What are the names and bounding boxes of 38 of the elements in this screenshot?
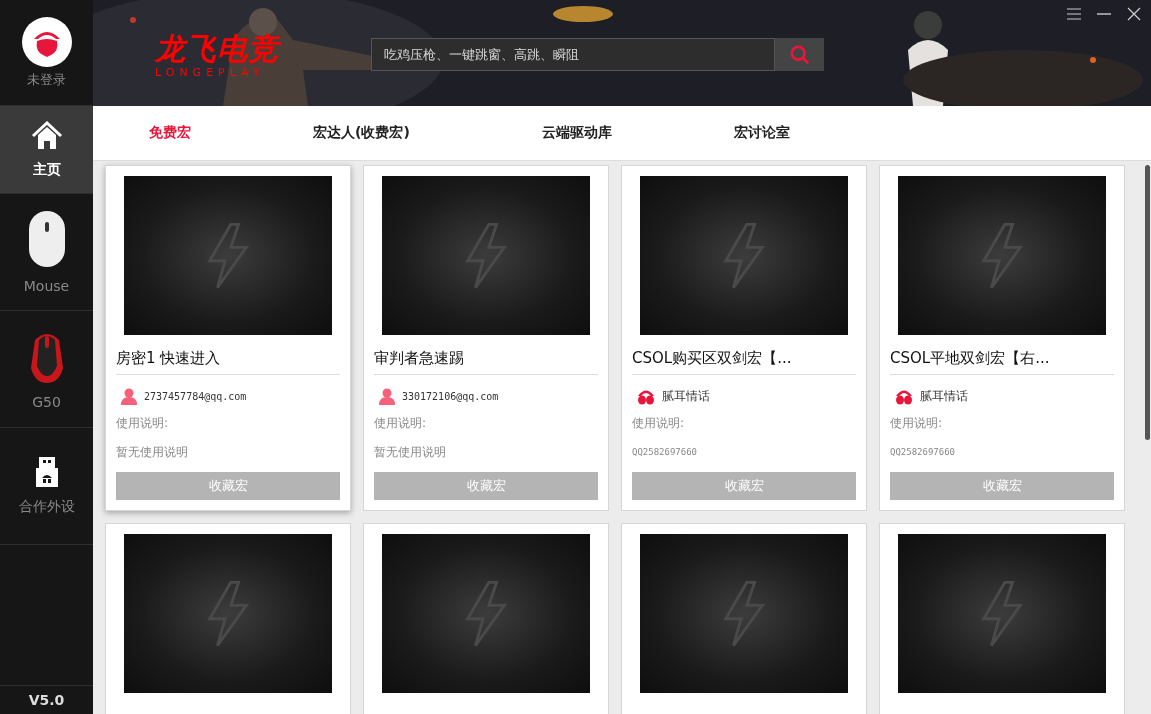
tab[interactable]: 宏讨论室 — [717, 106, 806, 160]
macro-card[interactable]: CSOL平地双剑宏【右... 腻耳情话 使用说明: QQ2582697660 收藏宏 — [879, 165, 1125, 511]
avatar-icon[interactable] — [21, 16, 72, 67]
usb-icon — [34, 456, 59, 488]
macro-card[interactable]: 审判者急速踢 330172106@qq.com 使用说明: 暂无使用说明 收藏宏 — [363, 165, 609, 511]
macro-title: 审判者急速踢 — [374, 349, 598, 375]
search-icon — [789, 44, 810, 65]
usage-text: 暂无使用说明 — [374, 444, 447, 460]
macro-title: 房密1 快速进入 — [116, 349, 340, 375]
author-name: 2737457784@qq.com — [144, 390, 247, 402]
usage-text: 暂无使用说明 — [116, 444, 189, 460]
sidebar-item[interactable]: 主页 — [0, 106, 93, 194]
login-status[interactable]: 未登录 — [27, 70, 66, 89]
tab[interactable]: 宏达人(收费宏) — [297, 106, 426, 160]
macro-card[interactable]: 房密1 快速进入 2737457784@qq.com 使用说明: 暂无使用说明 收藏宏 — [105, 165, 351, 511]
scrollbar-thumb[interactable] — [1145, 165, 1150, 440]
menu-icon[interactable] — [1067, 8, 1081, 20]
usage-text: QQ2582697660 — [890, 446, 957, 459]
mouse-icon — [27, 210, 66, 268]
author-name: 腻耳情话 — [920, 387, 968, 405]
usage-label: 使用说明: — [116, 415, 170, 432]
search-field[interactable]: 吃鸡压枪、一键跳窗、高跳、瞬阻 — [371, 38, 775, 71]
usage-label: 使用说明: — [632, 415, 686, 432]
author-name: 330172106@qq.com — [402, 390, 499, 402]
macro-title: CSOL购买区双剑宏【... — [632, 349, 856, 375]
macro-title: CSOL平地双剑宏【右... — [890, 349, 1114, 375]
usage-label: 使用说明: — [374, 415, 428, 432]
close-icon[interactable] — [1127, 7, 1141, 21]
home-icon — [30, 120, 63, 151]
logo-subtitle: LONGEPLAY — [155, 66, 266, 79]
tab[interactable]: 云端驱动库 — [525, 106, 628, 160]
tab[interactable]: 免费宏 — [133, 106, 207, 160]
author-name: 腻耳情话 — [662, 387, 710, 405]
usage-text: QQ2582697660 — [632, 446, 699, 459]
macro-card[interactable]: CSOL购买区双剑宏【... 腻耳情话 使用说明: QQ2582697660 收藏宏 — [621, 165, 867, 511]
person-icon — [120, 387, 138, 405]
person-icon — [378, 387, 396, 405]
usage-label: 使用说明: — [890, 415, 944, 432]
